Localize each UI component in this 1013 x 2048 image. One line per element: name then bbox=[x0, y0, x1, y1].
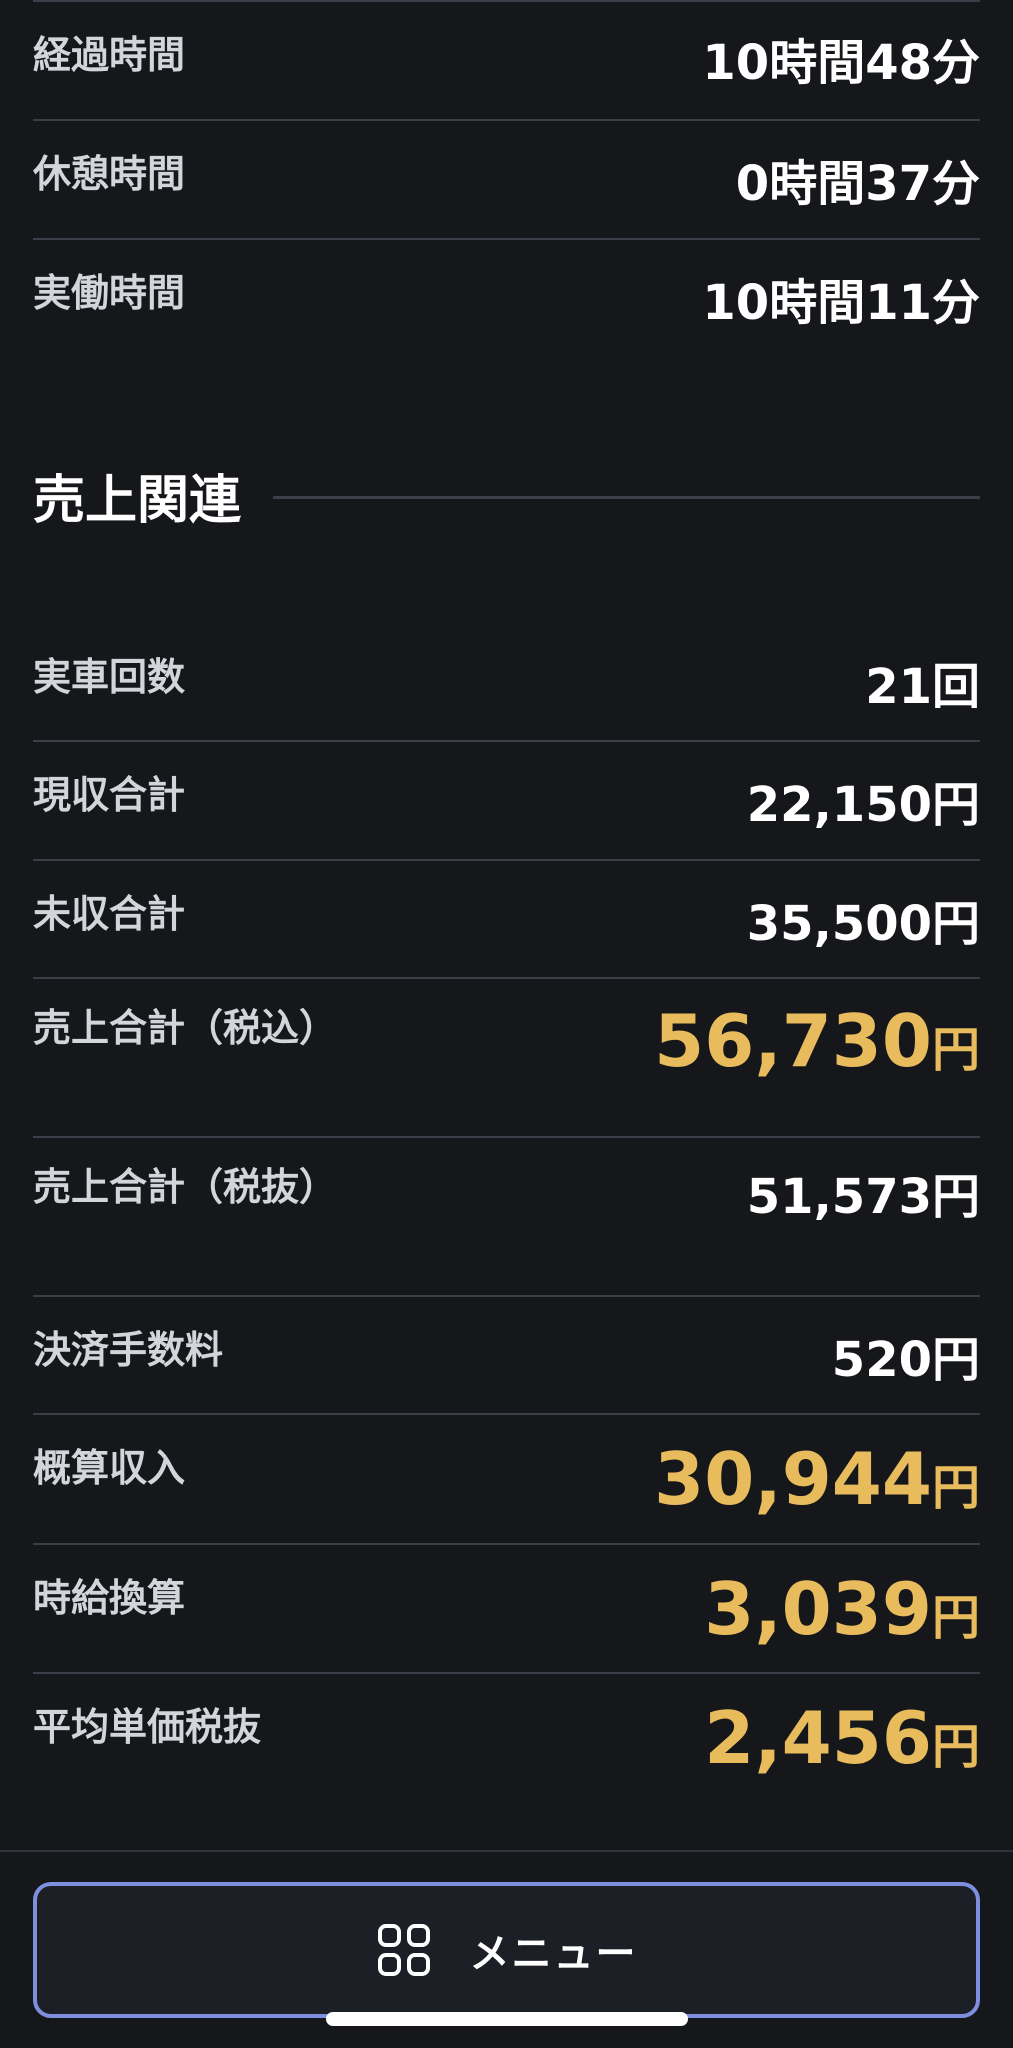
grid-icon bbox=[377, 1924, 430, 1976]
home-indicator[interactable] bbox=[326, 2012, 688, 2026]
row-value: 21回 bbox=[865, 659, 980, 715]
value-number: 2,456 bbox=[704, 1696, 932, 1780]
row-value: 51,573円 bbox=[746, 1169, 980, 1225]
row-label: 休憩時間 bbox=[33, 152, 186, 196]
row-sales-total-tax-excluded: 売上合計（税抜） 51,573円 bbox=[33, 1138, 980, 1297]
row-label: 実車回数 bbox=[33, 655, 186, 699]
row-value: 56,730円 bbox=[654, 999, 980, 1092]
row-payment-fee: 決済手数料 520円 bbox=[33, 1297, 980, 1415]
row-value: 10時間11分 bbox=[702, 275, 980, 331]
section-divider-line bbox=[273, 496, 980, 499]
row-value: 3,039円 bbox=[704, 1567, 980, 1660]
row-estimated-income: 概算収入 30,944円 bbox=[33, 1415, 980, 1545]
row-label: 実働時間 bbox=[33, 271, 186, 315]
value-unit: 円 bbox=[931, 1022, 980, 1078]
value-unit: 円 bbox=[931, 1460, 980, 1516]
row-break-time: 休憩時間 0時間37分 bbox=[33, 121, 980, 240]
row-label: 決済手数料 bbox=[33, 1328, 224, 1372]
menu-button[interactable]: メニュー bbox=[33, 1882, 980, 2018]
sales-section-header: 売上関連 bbox=[33, 360, 980, 624]
bottom-bar: メニュー bbox=[0, 1850, 1013, 2048]
section-title: 売上関連 bbox=[33, 471, 242, 531]
row-value: 0時間37分 bbox=[735, 156, 980, 212]
summary-content: 経過時間 10時間48分 休憩時間 0時間37分 実働時間 10時間11分 売上… bbox=[33, 0, 980, 1804]
value-number: 30,944 bbox=[654, 1437, 932, 1521]
row-value: 30,944円 bbox=[654, 1437, 980, 1530]
row-value: 22,150円 bbox=[746, 777, 980, 833]
row-label: 売上合計（税抜） bbox=[33, 1165, 338, 1209]
value-unit: 円 bbox=[931, 1719, 980, 1775]
row-label: 未収合計 bbox=[33, 892, 186, 936]
row-working-time: 実働時間 10時間11分 bbox=[33, 240, 980, 360]
row-label: 現収合計 bbox=[33, 773, 186, 817]
row-value: 2,456円 bbox=[704, 1696, 980, 1789]
row-cash-total: 現収合計 22,150円 bbox=[33, 742, 980, 861]
row-elapsed-time: 経過時間 10時間48分 bbox=[33, 2, 980, 121]
row-label: 時給換算 bbox=[33, 1576, 186, 1620]
row-label: 概算収入 bbox=[33, 1446, 186, 1490]
row-label: 売上合計（税込） bbox=[33, 1006, 338, 1050]
row-value: 10時間48分 bbox=[702, 35, 980, 91]
value-number: 56,730 bbox=[654, 999, 932, 1083]
value-number: 3,039 bbox=[704, 1567, 932, 1651]
menu-label: メニュー bbox=[469, 1931, 638, 1977]
row-value: 520円 bbox=[831, 1332, 980, 1388]
row-uncollected-total: 未収合計 35,500円 bbox=[33, 861, 980, 979]
row-label: 経過時間 bbox=[33, 33, 186, 77]
row-hourly-rate: 時給換算 3,039円 bbox=[33, 1545, 980, 1674]
row-label: 平均単価税抜 bbox=[33, 1705, 262, 1749]
value-unit: 円 bbox=[931, 1590, 980, 1646]
row-ride-count: 実車回数 21回 bbox=[33, 624, 980, 742]
row-value: 35,500円 bbox=[746, 896, 980, 952]
row-average-price-tax-excluded: 平均単価税抜 2,456円 bbox=[33, 1674, 980, 1804]
row-sales-total-tax-included: 売上合計（税込） 56,730円 bbox=[33, 979, 980, 1138]
